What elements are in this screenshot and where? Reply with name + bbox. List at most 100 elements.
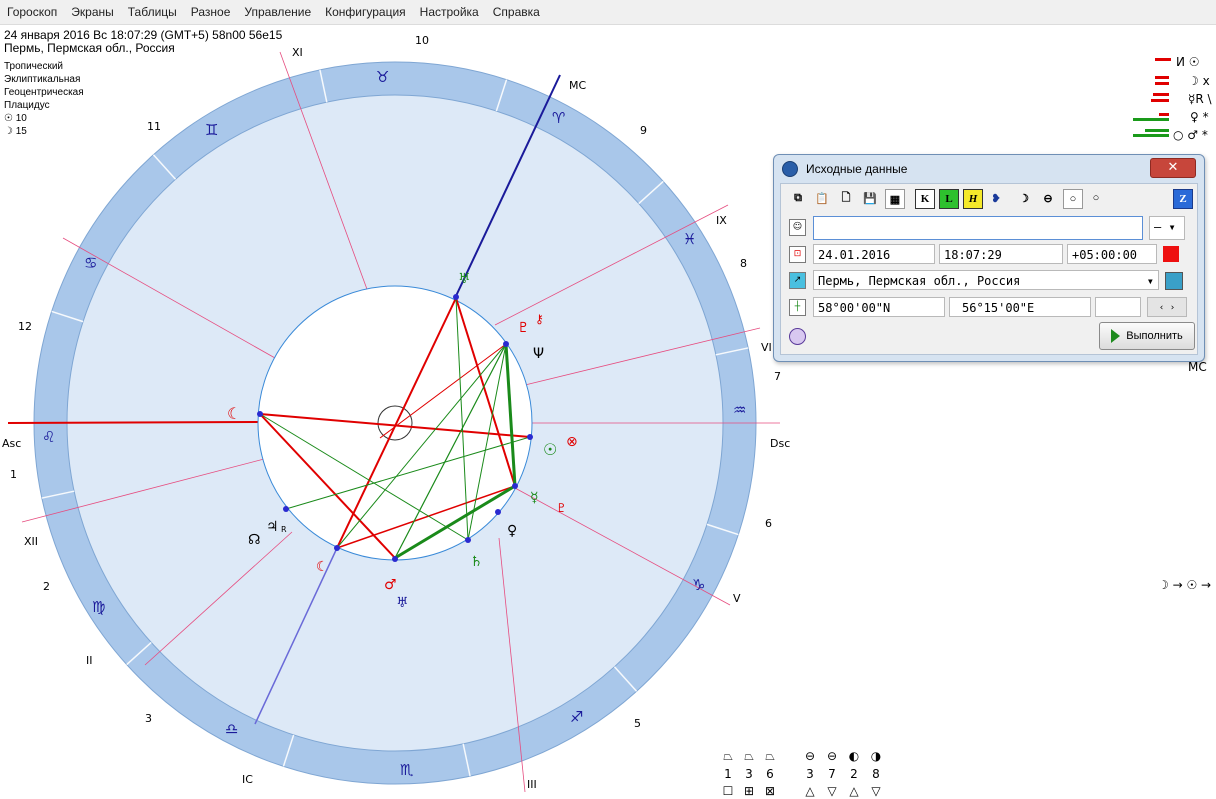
- paste-icon[interactable]: 📋: [813, 189, 831, 207]
- capricorn-icon: ♑: [692, 576, 705, 594]
- coord-spinner[interactable]: ‹ ›: [1147, 297, 1187, 317]
- house-number-6: 6: [765, 517, 772, 530]
- square-shape-icon[interactable]: ⏢: [739, 749, 759, 764]
- circle-icon[interactable]: ○: [1087, 189, 1105, 207]
- house-number-8: 8: [740, 257, 747, 270]
- run-button[interactable]: Выполнить: [1099, 322, 1195, 350]
- box-x-icon[interactable]: ⊠: [760, 784, 780, 798]
- center-circle: [377, 405, 413, 441]
- house-number-9: 9: [640, 124, 647, 137]
- dialog-titlebar[interactable]: Исходные данные: [774, 155, 1204, 183]
- heart-icon[interactable]: ❥: [987, 189, 1005, 207]
- venus-icon: ♀: [507, 523, 517, 539]
- legend-num-4: 3: [806, 767, 814, 781]
- right-row-2: ☽ x: [1188, 74, 1210, 88]
- chiron-icon: ⚷: [535, 312, 544, 326]
- moon-icon: ☾: [227, 404, 241, 423]
- sun-icon: ☉: [543, 440, 557, 459]
- date-input[interactable]: 24.01.2016: [813, 244, 935, 264]
- gemini-icon: ♊: [205, 121, 218, 139]
- aries-icon: ♈: [552, 109, 565, 127]
- longitude-input[interactable]: 56°15'00"E: [949, 297, 1091, 317]
- horoscope-wheel[interactable]: Asc Dsc MC IC 10 9 8 7 6 5 3 2 1 12 11 X…: [0, 0, 1216, 799]
- circle-a-icon[interactable]: ⊖: [800, 749, 820, 763]
- cancer-icon: ♋: [84, 254, 97, 272]
- strike-icon[interactable]: ⊖: [1039, 189, 1057, 207]
- triangle-up-b-icon[interactable]: △: [844, 784, 864, 798]
- name-input[interactable]: [813, 216, 1143, 240]
- scorpio-icon: ♏: [400, 761, 414, 779]
- location-icon: ↗: [789, 272, 806, 289]
- moon-toggle-icon[interactable]: ☽: [1015, 189, 1033, 207]
- house-number-12: 12: [18, 320, 32, 333]
- saturn-icon: ♄: [470, 554, 483, 570]
- source-data-dialog: Исходные данные ✕ ⧉ 📋 🗋 💾 ▦ K L H ❥ ☽ ⊖ …: [773, 154, 1205, 362]
- sagittarius-icon: ♐: [570, 708, 583, 726]
- house-roman-iii: II: [86, 654, 93, 667]
- coordinates-icon: ┼: [789, 299, 806, 316]
- save-icon[interactable]: 💾: [861, 189, 879, 207]
- pisces-icon: ♓: [683, 230, 696, 248]
- right-aspect-chain: ☽ → ☉ →: [1158, 578, 1212, 592]
- map-icon[interactable]: [1165, 272, 1183, 290]
- leo-icon: ♌: [42, 428, 55, 446]
- right-row-4: ♀ *: [1190, 110, 1209, 124]
- circle-c-icon[interactable]: ◐: [844, 749, 864, 763]
- circle-d-icon[interactable]: ◑: [866, 749, 886, 763]
- right-mc: MC: [1188, 360, 1207, 374]
- right-row-5: ○ ♂ *: [1173, 128, 1208, 142]
- uranus-lower-icon: ♅: [396, 595, 409, 611]
- retrograde-mark: R: [281, 525, 287, 534]
- legend-num-2: 3: [745, 767, 753, 781]
- mc-label: MC: [569, 79, 586, 92]
- triangle-down-b-icon[interactable]: ▽: [866, 784, 886, 798]
- triangle-up-a-icon[interactable]: △: [800, 784, 820, 798]
- box-grid-icon[interactable]: ⊞: [739, 784, 759, 798]
- house-number-7: 7: [774, 370, 781, 383]
- right-row-3: ☿R \: [1188, 92, 1212, 106]
- person-icon: ☺: [789, 219, 806, 236]
- place-input[interactable]: Пермь, Пермская обл., Россия ▾: [813, 270, 1159, 290]
- h-button[interactable]: H: [963, 189, 983, 209]
- house-number-10: 10: [415, 34, 429, 47]
- house-number-11: 11: [147, 120, 161, 133]
- moon-lower-icon: ☾: [316, 559, 329, 575]
- close-button[interactable]: ✕: [1150, 158, 1196, 178]
- app-icon: [782, 161, 798, 177]
- ic-label: IC: [242, 773, 253, 786]
- l-button[interactable]: L: [939, 189, 959, 209]
- legend-num-5: 7: [828, 767, 836, 781]
- dst-indicator[interactable]: [1163, 246, 1179, 262]
- node-icon: ☊: [248, 532, 260, 548]
- z-button[interactable]: Z: [1173, 189, 1193, 209]
- house-roman-vii: VI: [761, 341, 772, 354]
- jupiter-icon: ♃: [266, 519, 279, 535]
- clock-icon: ⊡: [789, 246, 806, 263]
- house-roman-xi: XI: [292, 46, 303, 59]
- settings-wheel-icon[interactable]: [789, 328, 806, 345]
- trine-shape-icon[interactable]: ⏢: [718, 749, 738, 764]
- circle-b-icon[interactable]: ⊖: [822, 749, 842, 763]
- asc-label: Asc: [2, 437, 21, 450]
- small-circle-icon[interactable]: ○: [1063, 189, 1083, 209]
- pluto-icon: ♇: [517, 320, 530, 336]
- house-roman-ii: XII: [24, 535, 38, 548]
- fortune-icon: ⊗: [566, 434, 578, 450]
- k-button[interactable]: K: [915, 189, 935, 209]
- uranus-icon: ♅: [458, 271, 471, 287]
- box-a-icon[interactable]: ☐: [718, 784, 738, 798]
- play-icon: [1111, 329, 1121, 343]
- pluto-icon-2: ♇: [556, 501, 567, 515]
- time-input[interactable]: 18:07:29: [939, 244, 1063, 264]
- timezone-input[interactable]: +05:00:00: [1067, 244, 1157, 264]
- triangle-down-a-icon[interactable]: ▽: [822, 784, 842, 798]
- latitude-input[interactable]: 58°00'00"N: [813, 297, 945, 317]
- calendar-icon[interactable]: ▦: [885, 189, 905, 209]
- copy-icon[interactable]: ⧉: [789, 189, 807, 207]
- grand-shape-icon[interactable]: ⏢: [760, 749, 780, 764]
- new-icon[interactable]: 🗋: [837, 189, 855, 207]
- libra-icon: ♎: [225, 720, 238, 738]
- altitude-input[interactable]: [1095, 297, 1141, 317]
- name-dropdown[interactable]: – ▾: [1149, 216, 1185, 240]
- right-row-1: И ☉: [1176, 55, 1200, 69]
